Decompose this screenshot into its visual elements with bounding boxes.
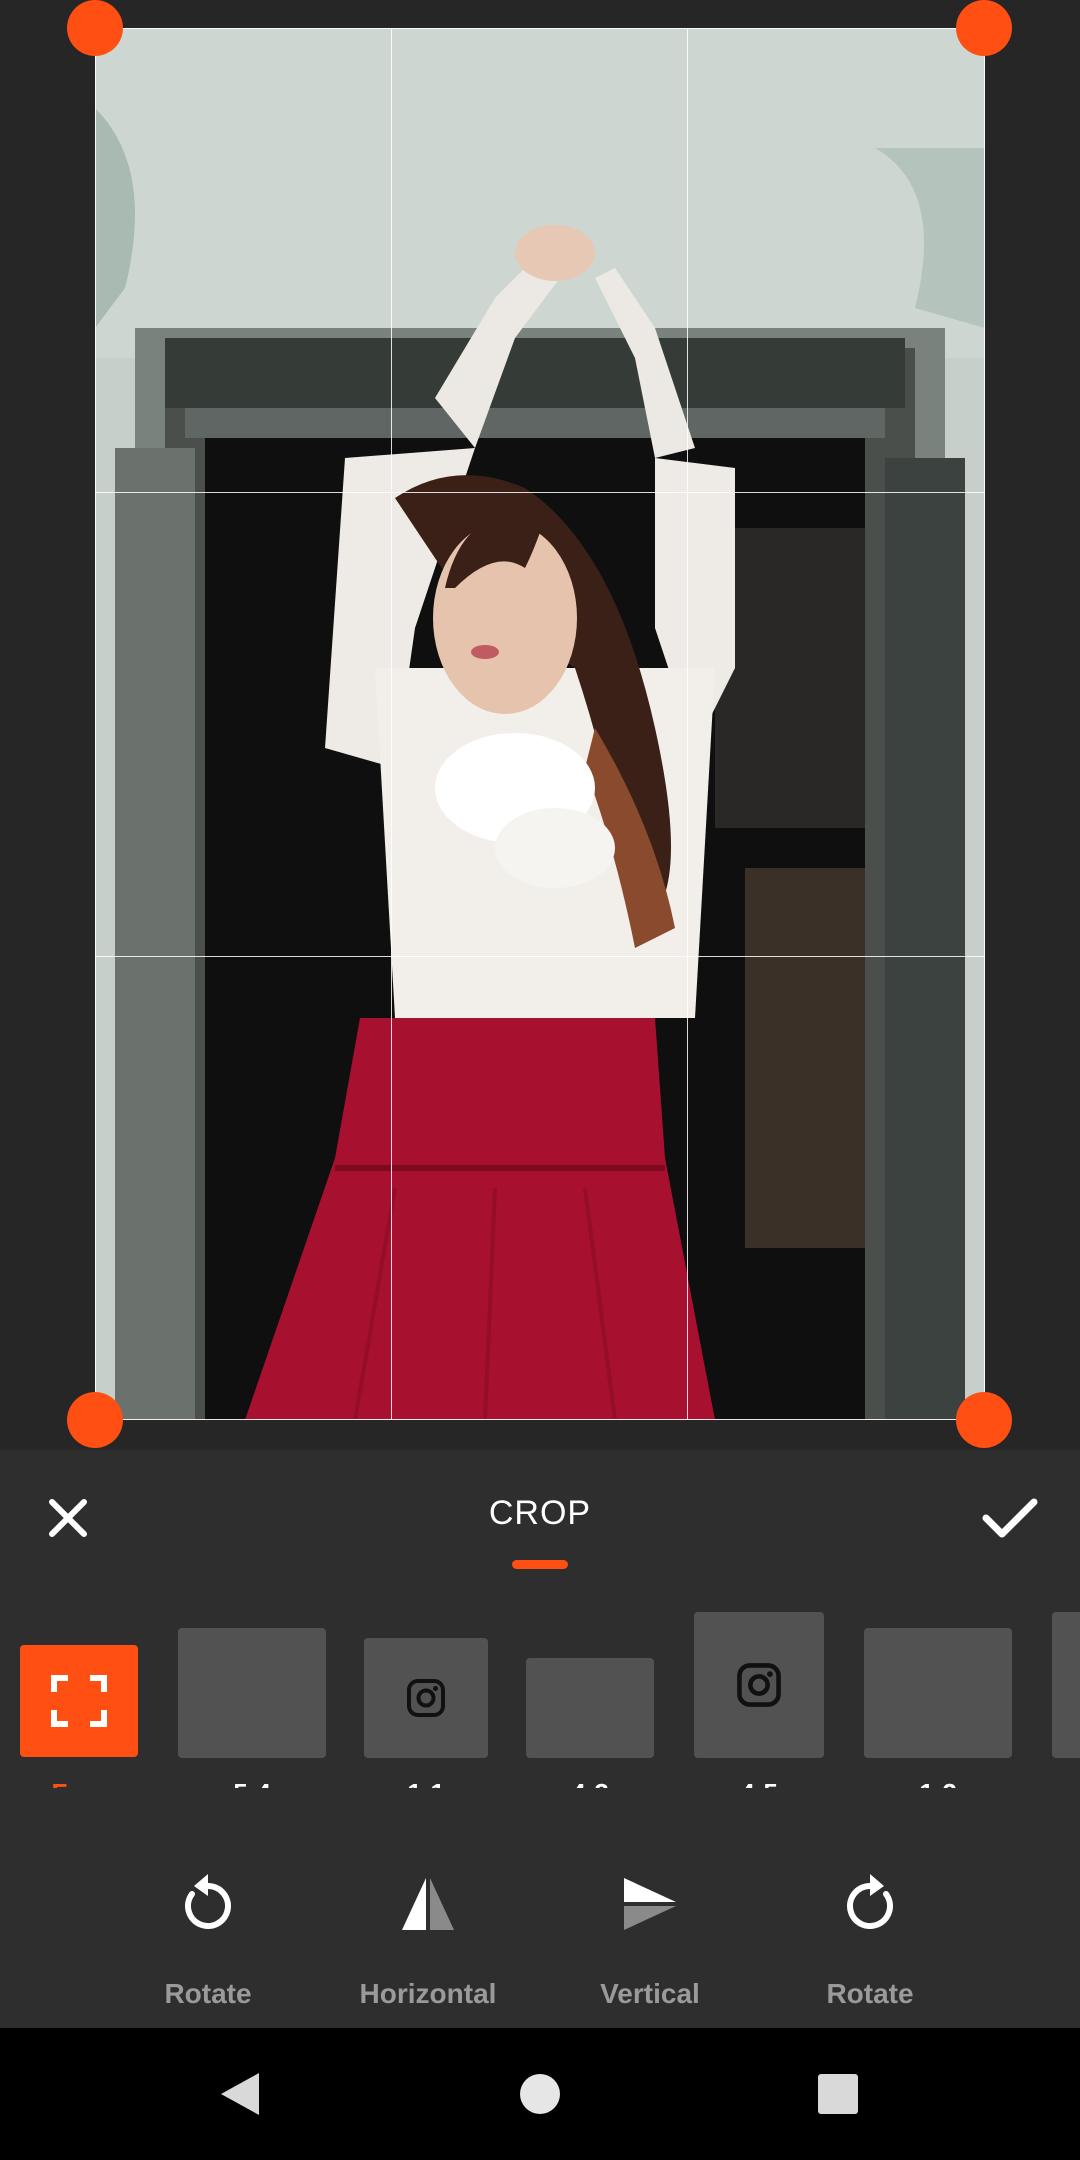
ratio-5-4-thumb	[178, 1628, 326, 1758]
grid-line-horizontal-1	[95, 492, 985, 493]
ratio-4-3-thumb	[526, 1658, 654, 1758]
ratio-4-5-thumb	[694, 1612, 824, 1758]
grid-line-vertical-2	[687, 28, 688, 1420]
crop-handle-top-right[interactable]	[956, 0, 1012, 56]
photo-preview[interactable]	[95, 28, 985, 1420]
nav-recents-button[interactable]	[802, 2058, 874, 2130]
title-underline	[512, 1560, 568, 1569]
crop-panel: CROP Free 5:4	[0, 1450, 1080, 2028]
ratio-1-1-thumb	[364, 1638, 488, 1758]
flip-vertical-icon	[624, 1878, 676, 1930]
crop-handle-bottom-right[interactable]	[956, 1392, 1012, 1448]
confirm-button[interactable]	[970, 1478, 1050, 1558]
tool-label: Rotate	[164, 1978, 252, 2009]
nav-back-icon	[221, 2073, 259, 2115]
panel-header: CROP	[0, 1450, 1080, 1590]
grid-line-vertical-1	[391, 28, 392, 1420]
nav-home-button[interactable]	[504, 2058, 576, 2130]
tool-label: Horizontal	[359, 1978, 497, 2009]
flip-horizontal-button[interactable]: Horizontal	[328, 1864, 528, 2014]
transform-tools: Rotate Horizontal Vertical Rotate	[0, 1864, 1080, 2014]
crop-canvas[interactable]	[0, 0, 1080, 1450]
system-navigation-bar	[0, 2028, 1080, 2160]
ratio-label: S	[992, 1778, 1080, 1788]
flip-horizontal-icon	[402, 1878, 454, 1930]
crop-handle-bottom-left[interactable]	[67, 1392, 123, 1448]
tool-label: Rotate	[826, 1978, 914, 2009]
ratio-1-2-thumb	[864, 1628, 1012, 1758]
rotate-left-icon	[185, 1874, 231, 1929]
crop-free-icon	[51, 1675, 107, 1727]
flip-vertical-button[interactable]: Vertical	[550, 1864, 750, 2014]
panel-title: CROP	[488, 1494, 592, 1532]
tool-label: Vertical	[600, 1978, 700, 2009]
rotate-right-button[interactable]: Rotate	[770, 1864, 970, 2014]
grid-line-horizontal-2	[95, 956, 985, 957]
instagram-icon	[737, 1663, 781, 1707]
check-icon	[982, 1498, 1038, 1538]
nav-home-icon	[520, 2074, 560, 2114]
ratio-free-thumb	[20, 1645, 138, 1757]
crop-handle-top-left[interactable]	[67, 0, 123, 56]
nav-recents-icon	[818, 2074, 858, 2114]
rotate-left-button[interactable]: Rotate	[108, 1864, 308, 2014]
instagram-icon	[407, 1679, 445, 1717]
ratio-partial-thumb	[1052, 1612, 1080, 1758]
rotate-right-icon	[847, 1874, 893, 1929]
aspect-ratio-list[interactable]: Free 5:4 1:1 4:3	[0, 1608, 1080, 1788]
photo-image	[95, 28, 985, 1420]
nav-back-button[interactable]	[204, 2058, 276, 2130]
